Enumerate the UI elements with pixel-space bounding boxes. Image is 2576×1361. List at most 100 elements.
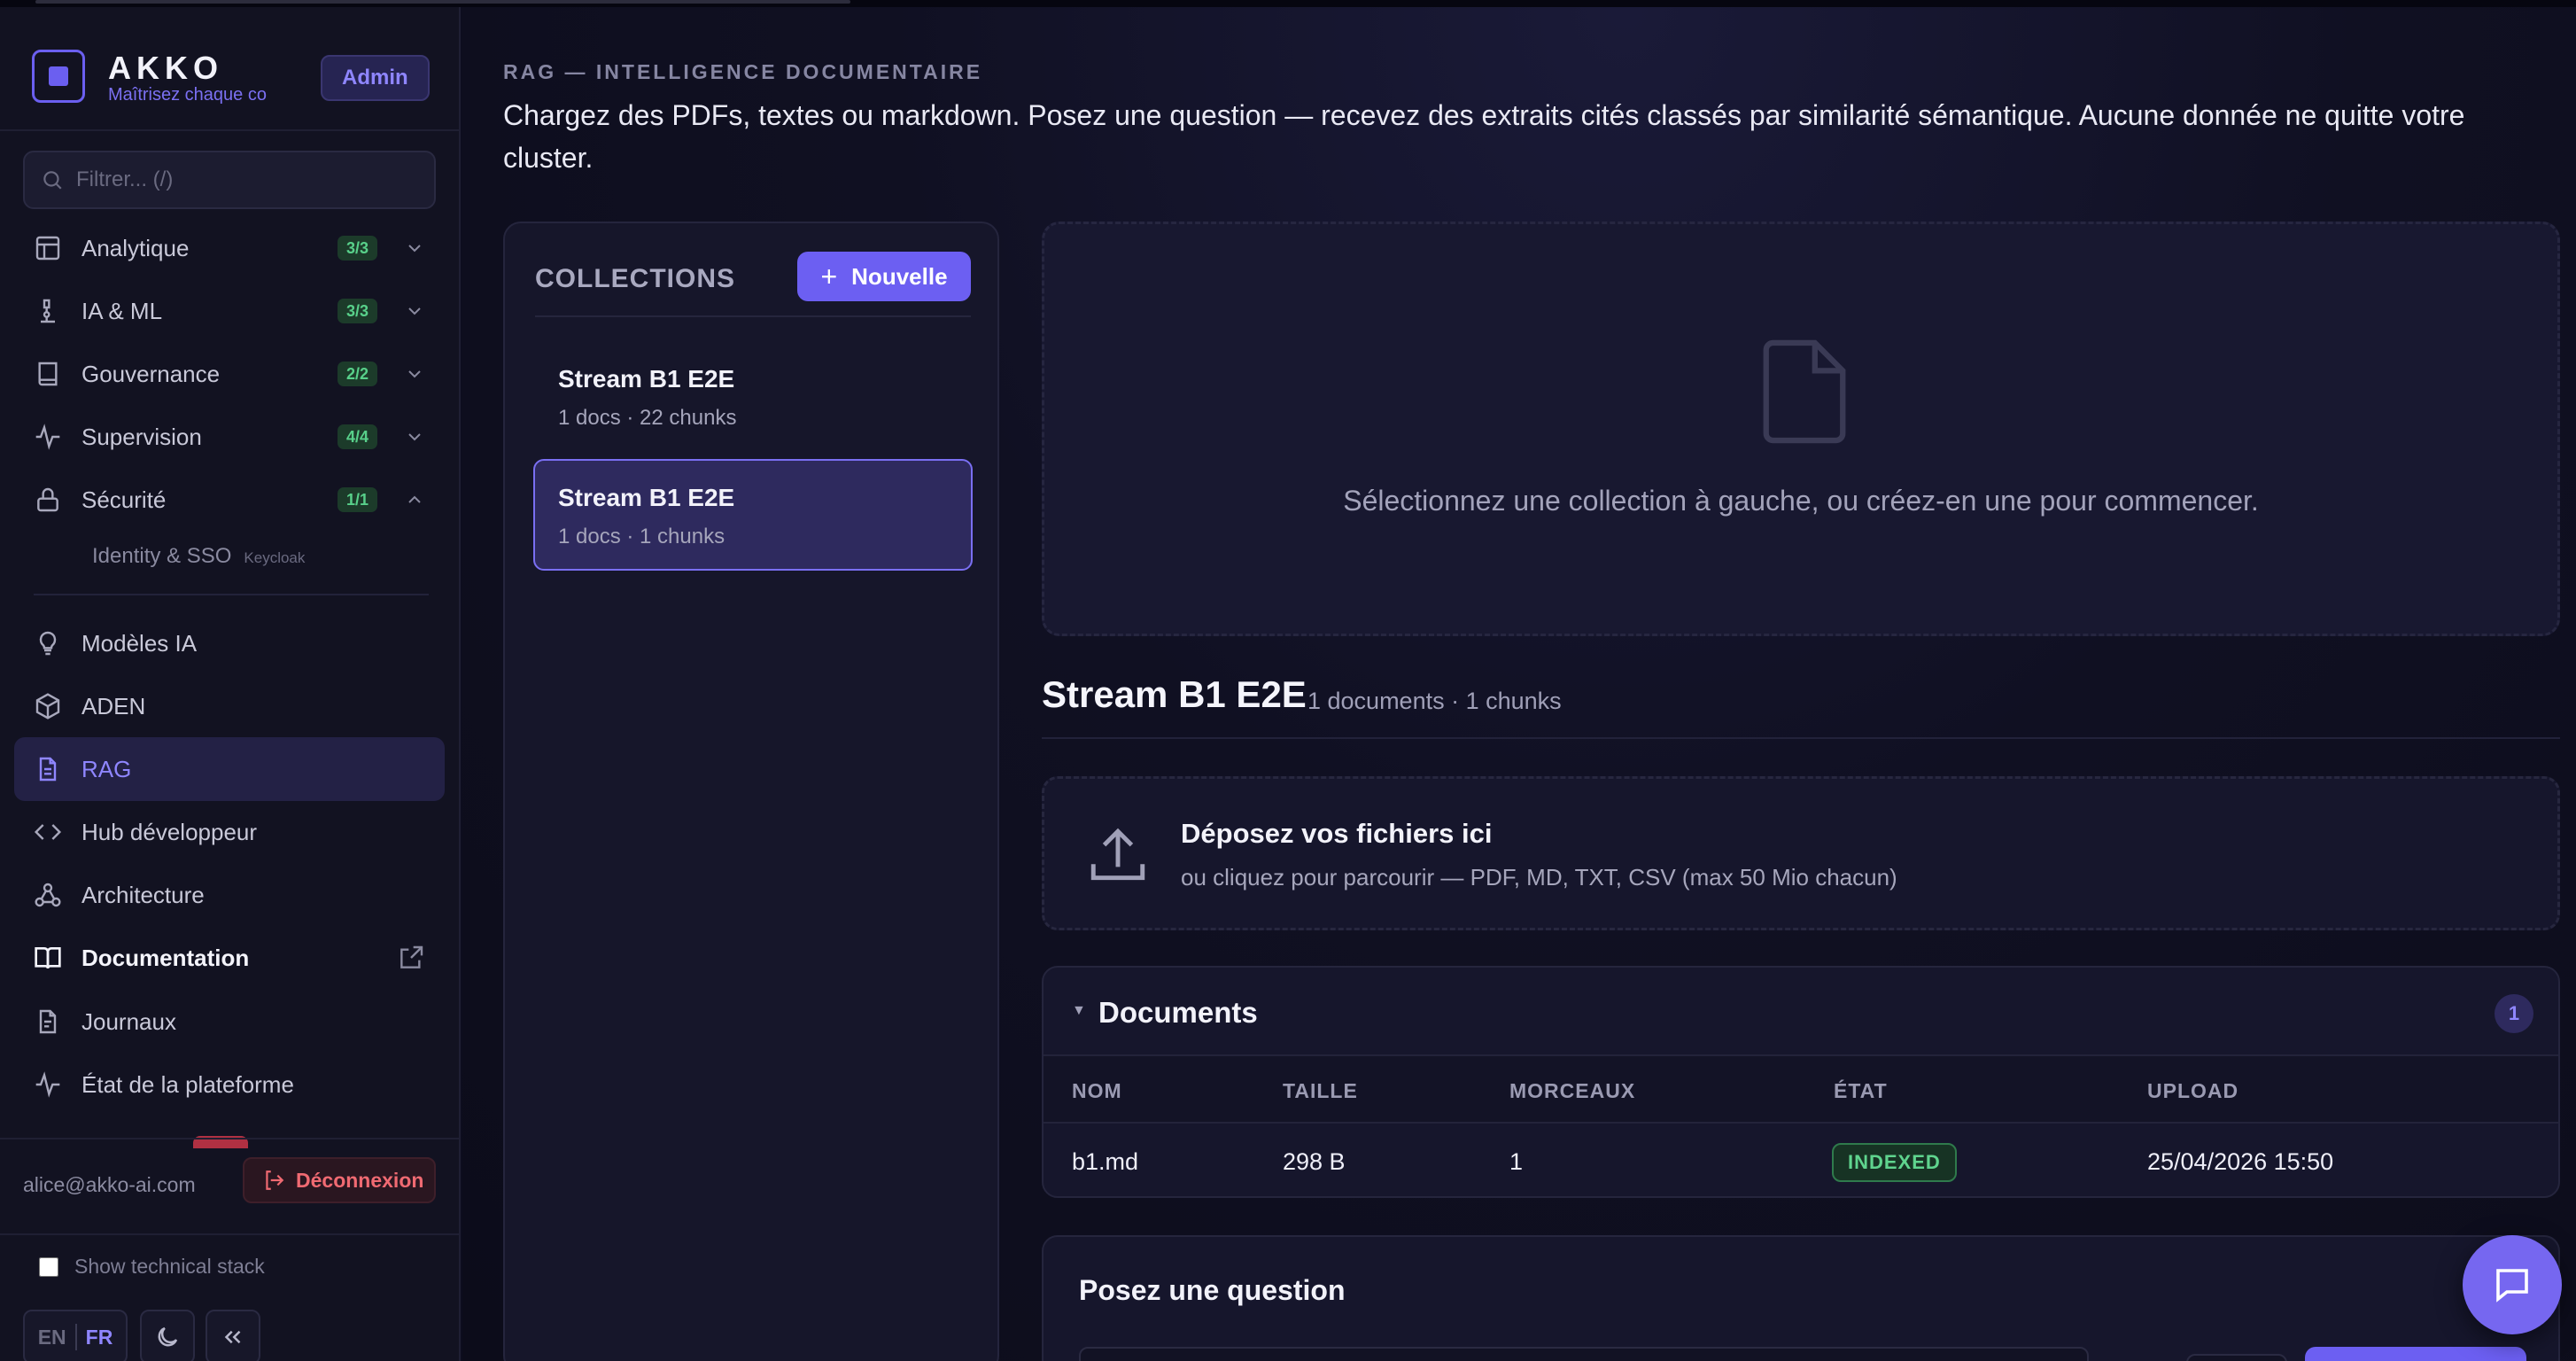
page-kicker: RAG — INTELLIGENCE DOCUMENTAIRE	[503, 60, 983, 83]
logout-label: Déconnexion	[296, 1168, 424, 1192]
search-icon	[43, 171, 62, 190]
filter-input[interactable]	[76, 167, 413, 192]
table-row[interactable]: b1.md 298 B 1 INDEXED 25/04/2026 15:50	[1044, 1124, 2558, 1196]
lang-fr[interactable]: FR	[86, 1326, 113, 1349]
sidebar-group-gouvernance[interactable]: Gouvernance 2/2	[14, 342, 445, 406]
doc-size: 298 B	[1283, 1148, 1346, 1175]
column-header[interactable]: ÉTAT	[1834, 1079, 1888, 1103]
code-icon	[32, 816, 64, 848]
caret-down-icon: ▼	[1072, 1003, 1086, 1018]
sidebar-item-label: État de la plateforme	[81, 1070, 294, 1098]
sidebar-item-rag[interactable]: RAG	[14, 737, 445, 801]
akko-logo-icon	[32, 50, 85, 103]
subitem-label: Identity & SSO	[92, 544, 232, 568]
document-icon	[1763, 339, 1846, 444]
subitem-tag: Keycloak	[244, 549, 306, 566]
chevron-down-icon	[408, 370, 421, 378]
ask-title: Posez une question	[1079, 1274, 1346, 1306]
column-header[interactable]: MORCEAUX	[1509, 1079, 1635, 1103]
chevron-down-icon	[408, 245, 421, 253]
sidebar-item-hub-developpeur[interactable]: Hub développeur	[14, 800, 445, 864]
external-link-icon	[400, 945, 423, 968]
ask-submit-button[interactable]	[2305, 1347, 2526, 1361]
sidebar-group-securite[interactable]: Sécurité 1/1	[14, 468, 445, 532]
column-header[interactable]: NOM	[1072, 1079, 1122, 1103]
collapse-sidebar-button[interactable]	[206, 1310, 260, 1361]
collections-panel: COLLECTIONS + Nouvelle Stream B1 E2E 1 d…	[503, 222, 999, 1361]
detail-divider	[1042, 737, 2560, 739]
brand[interactable]: AKKO Maîtrisez chaque co Admin	[32, 44, 439, 108]
admin-badge[interactable]: Admin	[321, 55, 430, 101]
collection-name: Stream B1 E2E	[558, 365, 735, 393]
new-collection-button[interactable]: + Nouvelle	[797, 252, 971, 301]
chevron-down-icon	[408, 307, 421, 315]
collections-divider	[535, 315, 971, 317]
sidebar-group-analytique[interactable]: Analytique 3/3	[14, 216, 445, 280]
collection-item[interactable]: Stream B1 E2E 1 docs · 22 chunks	[533, 340, 973, 452]
documents-count-badge: 1	[2495, 994, 2533, 1033]
chat-assistant-button[interactable]	[2463, 1235, 2562, 1334]
group-count-badge: 1/1	[337, 487, 377, 512]
lang-en[interactable]: EN	[38, 1326, 66, 1349]
plus-icon: +	[820, 261, 838, 292]
tech-stack-checkbox[interactable]	[39, 1256, 58, 1277]
group-count-badge: 3/3	[337, 236, 377, 261]
upload-icon	[1090, 828, 1145, 881]
open-book-icon	[32, 942, 64, 974]
chevron-up-icon	[408, 495, 421, 503]
doc-name: b1.md	[1072, 1148, 1139, 1175]
sidebar-item-etat-plateforme[interactable]: État de la plateforme	[14, 1053, 445, 1116]
file-lines-icon	[32, 1006, 64, 1038]
file-text-icon	[32, 753, 64, 785]
topk-input[interactable]	[2186, 1354, 2287, 1361]
file-dropzone[interactable]: Déposez vos fichiers ici ou cliquez pour…	[1042, 776, 2560, 930]
language-switcher[interactable]: EN FR	[23, 1310, 128, 1361]
documents-panel: ▼ Documents 1 NOM TAILLE MORCEAUX ÉTAT U…	[1042, 966, 2560, 1198]
sidebar-item-journaux[interactable]: Journaux	[14, 990, 445, 1054]
top-strip	[0, 0, 2576, 7]
sidebar-group-ia-ml[interactable]: IA & ML 3/3	[14, 279, 445, 343]
sidebar-group-supervision[interactable]: Supervision 4/4	[14, 405, 445, 469]
group-count-badge: 3/3	[337, 299, 377, 323]
sidebar-item-modeles-ia[interactable]: Modèles IA	[14, 611, 445, 675]
theme-toggle-button[interactable]	[140, 1310, 195, 1361]
brand-name: AKKO	[108, 50, 223, 86]
documents-header[interactable]: ▼ Documents 1	[1044, 968, 2558, 1056]
collection-item-selected[interactable]: Stream B1 E2E 1 docs · 1 chunks	[533, 459, 973, 571]
lang-divider	[74, 1324, 77, 1350]
sidebar-group-label: IA & ML	[81, 297, 163, 324]
sidebar-group-label: Analytique	[81, 234, 190, 261]
new-collection-label: Nouvelle	[851, 262, 948, 290]
sidebar-subitem-identity-sso[interactable]: Identity & SSO Keycloak	[92, 544, 305, 569]
doc-chunks: 1	[1509, 1148, 1524, 1175]
collection-meta: 1 docs · 22 chunks	[558, 406, 737, 430]
documents-table-header: NOM TAILLE MORCEAUX ÉTAT UPLOAD	[1044, 1056, 2558, 1124]
question-input[interactable]	[1079, 1347, 2089, 1361]
sidebar-item-label: Journaux	[81, 1007, 176, 1035]
book-icon	[32, 358, 64, 390]
user-email: alice@akko-ai.com	[23, 1173, 196, 1196]
sidebar-item-documentation[interactable]: Documentation	[14, 926, 445, 990]
lock-icon	[32, 484, 64, 516]
group-count-badge: 2/2	[337, 362, 377, 386]
top-scroll-indicator	[35, 0, 850, 4]
network-icon	[32, 879, 64, 911]
sidebar-divider	[0, 1233, 461, 1235]
nav-divider	[34, 594, 429, 595]
page-description: Chargez des PDFs, textes ou markdown. Po…	[503, 99, 2465, 174]
cube-icon	[32, 690, 64, 722]
column-header[interactable]: TAILLE	[1283, 1079, 1358, 1103]
sidebar-item-architecture[interactable]: Architecture	[14, 863, 445, 927]
brand-tagline: Maîtrisez chaque co	[108, 85, 267, 105]
sidebar-divider	[0, 129, 461, 131]
sidebar-item-aden[interactable]: ADEN	[14, 674, 445, 738]
sidebar-item-label: RAG	[81, 755, 132, 782]
column-header[interactable]: UPLOAD	[2147, 1079, 2238, 1103]
tech-stack-toggle[interactable]: Show technical stack	[39, 1255, 265, 1279]
sidebar-item-label: ADEN	[81, 692, 146, 719]
logout-button[interactable]: Déconnexion	[243, 1157, 436, 1203]
logout-icon	[266, 1170, 284, 1190]
empty-state-card: Sélectionnez une collection à gauche, ou…	[1042, 222, 2560, 636]
layout-icon	[32, 232, 64, 264]
sidebar-filter[interactable]	[23, 151, 436, 209]
